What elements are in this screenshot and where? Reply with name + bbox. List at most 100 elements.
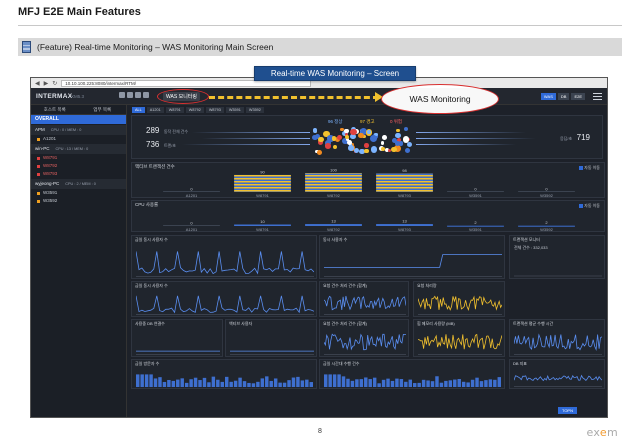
category-label: A1201 [186, 193, 198, 198]
bar-value-label: 0 [474, 187, 477, 192]
filter-w8791[interactable]: W8791 [165, 106, 184, 113]
app-version: XM5.3 [71, 94, 85, 99]
mini-chart-title: 트랜잭션 평균 수행 시간 [513, 321, 554, 326]
back-icon[interactable]: ◀ [35, 80, 40, 87]
sidebar-item-w8792[interactable]: W8792 [31, 162, 126, 170]
bar-w8791 [234, 224, 291, 226]
mini-chart-panel: 동시 사용자 수 [319, 235, 505, 279]
flow-streak [182, 144, 310, 145]
flow-streak [192, 132, 310, 133]
transaction-bubble [398, 141, 404, 146]
app-screenshot: ◀ ▶ ↻ 10.10.100.225:8080/intermax/RTM/ I… [30, 77, 608, 418]
transaction-bubble [369, 135, 377, 142]
pause-icon[interactable] [135, 92, 141, 98]
sparkline [514, 333, 602, 355]
tab-host-list[interactable]: 호스트 목록 [31, 105, 79, 114]
mini-chart-panel: 트랜잭션 모니터 전체 건수 : 332,033 [509, 235, 605, 279]
sidebar-tabs: 호스트 목록 업무 목록 [31, 105, 126, 115]
transaction-bubble [363, 143, 369, 148]
filter-all[interactable]: ALL [132, 106, 145, 113]
transaction-bubble [380, 141, 385, 145]
category-label: W8793 [398, 227, 411, 232]
sidebar-item-overall[interactable]: OVERALL [31, 115, 126, 124]
mini-chart-title: 사용중 DB 연결수 [135, 321, 165, 326]
sidebar-group-win-pc[interactable]: win-PC CPU : 13 / MEM : 0 [31, 144, 126, 154]
topn-button[interactable]: TOPN [557, 407, 577, 414]
response-rate: 응답/초 719 [560, 133, 590, 142]
transaction-bubble [312, 128, 317, 133]
mini-chart-panel: 트랜잭션 평균 수행 시간 [509, 319, 605, 357]
mini-chart-panel: 금일 동시 사용자 수 [131, 281, 317, 317]
filter-w8792[interactable]: W8792 [185, 106, 204, 113]
bar-w8791 [234, 174, 291, 192]
screen-caption: Real-time WAS Monitoring – Screen [254, 66, 416, 81]
mini-chart-title: 금일 동시 사용자 수 [135, 283, 168, 288]
cpu-usage-panel: CPU 사용률 자동 이동 0 A1201 10 W8791 13 W8792 13 W879… [131, 200, 605, 232]
view-button-e2e[interactable]: E2E [571, 93, 585, 100]
menu-icon[interactable] [593, 93, 602, 100]
group-meta: CPU : 13 / MEM : 0 [55, 147, 89, 151]
sidebar-group-apm[interactable]: APM CPU : 0 / MEM : 0 [31, 125, 126, 135]
sparkline [418, 295, 502, 315]
tab-business-list[interactable]: 업무 목록 [79, 105, 127, 114]
sparkline [514, 275, 602, 277]
category-label: W3592 [540, 227, 553, 232]
group-name: APM [35, 127, 45, 132]
sparkline [324, 374, 501, 387]
bar-value-label: 0 [190, 221, 193, 226]
grid-icon[interactable] [143, 92, 149, 98]
bar-value-label: 10 [260, 219, 265, 224]
sidebar-item-w3592[interactable]: W3592 [31, 197, 126, 205]
flow-streak [416, 138, 536, 139]
active-transaction-chart: 0A120190W8791100W879298W87930W35910W3592 [163, 168, 575, 198]
sidebar-item-w8791[interactable]: W8791 [31, 154, 126, 162]
sparkline [136, 374, 313, 387]
filter-w8793[interactable]: W8793 [205, 106, 224, 113]
bar-value-label: 2 [545, 220, 548, 225]
mini-chart-title: 동시 사용자 수 [323, 237, 348, 242]
mini-chart-title: 요청 건수 처리 건수 (합계) [323, 321, 367, 326]
flow-streak [416, 132, 526, 133]
section-title: (Feature) Real-time Monitoring – WAS Mon… [37, 42, 274, 52]
mini-chart-panel: 금일 방문자 수 [131, 359, 317, 389]
bar-value-label: 13 [402, 219, 407, 224]
view-button-db[interactable]: DB [557, 93, 570, 100]
transaction-bubble [404, 148, 410, 154]
warning-count: 97 경고 [360, 119, 375, 124]
cpu-usage-chart: 0A1201 10 W8791 13 W8792 13 W8793 2 W3591 2 W3592 [163, 219, 575, 232]
sidebar-group-wyjeong-pc[interactable]: wyjeong-PC CPU : 2 / MEM : 0 [31, 179, 126, 189]
bar-w8793 [376, 224, 433, 226]
transaction-bubble [370, 145, 378, 153]
category-label: W8793 [398, 193, 411, 198]
transaction-bubble [325, 143, 331, 149]
transaction-bubble [353, 148, 359, 154]
transaction-bubble [382, 135, 388, 140]
toolbar-icons [119, 92, 149, 98]
mini-chart-panel: 금일 동시 사용자 수 [131, 235, 317, 279]
filter-w3591[interactable]: W3591 [225, 106, 244, 113]
transaction-bubble [344, 134, 349, 139]
settings-icon[interactable] [127, 92, 133, 98]
mini-chart-panel: 요청 처리량 [413, 281, 505, 317]
section-bar: (Feature) Real-time Monitoring – WAS Mon… [18, 38, 622, 56]
mini-chart-title: 요청 처리량 [417, 283, 437, 288]
filter-w3592[interactable]: W3592 [245, 106, 264, 113]
forward-icon[interactable]: ▶ [44, 80, 49, 87]
sidebar-item-a1201[interactable]: A1201 [31, 135, 126, 143]
reload-icon[interactable]: ↻ [52, 80, 57, 87]
transaction-bubble [407, 142, 413, 148]
group-name: win-PC [35, 146, 50, 151]
view-button-was[interactable]: WAS [540, 93, 556, 100]
filter-a1201[interactable]: A1201 [146, 106, 164, 113]
mini-chart-panel: 요청 건수 처리 건수 (합계) [319, 281, 409, 317]
user-icon[interactable] [119, 92, 125, 98]
bar-w8792 [305, 173, 362, 192]
header-divider [18, 25, 622, 26]
sidebar-item-w8793[interactable]: W8793 [31, 170, 126, 178]
transaction-bubble [318, 136, 324, 143]
group-meta: CPU : 2 / MEM : 0 [65, 182, 96, 186]
app-logo: INTERMAX [36, 93, 73, 100]
mini-chart-panel: 요청 건수 처리 건수 (합계) [319, 319, 409, 357]
mini-chart-title: 요청 건수 처리 건수 (합계) [323, 283, 367, 288]
sidebar-item-w3591[interactable]: W3591 [31, 189, 126, 197]
